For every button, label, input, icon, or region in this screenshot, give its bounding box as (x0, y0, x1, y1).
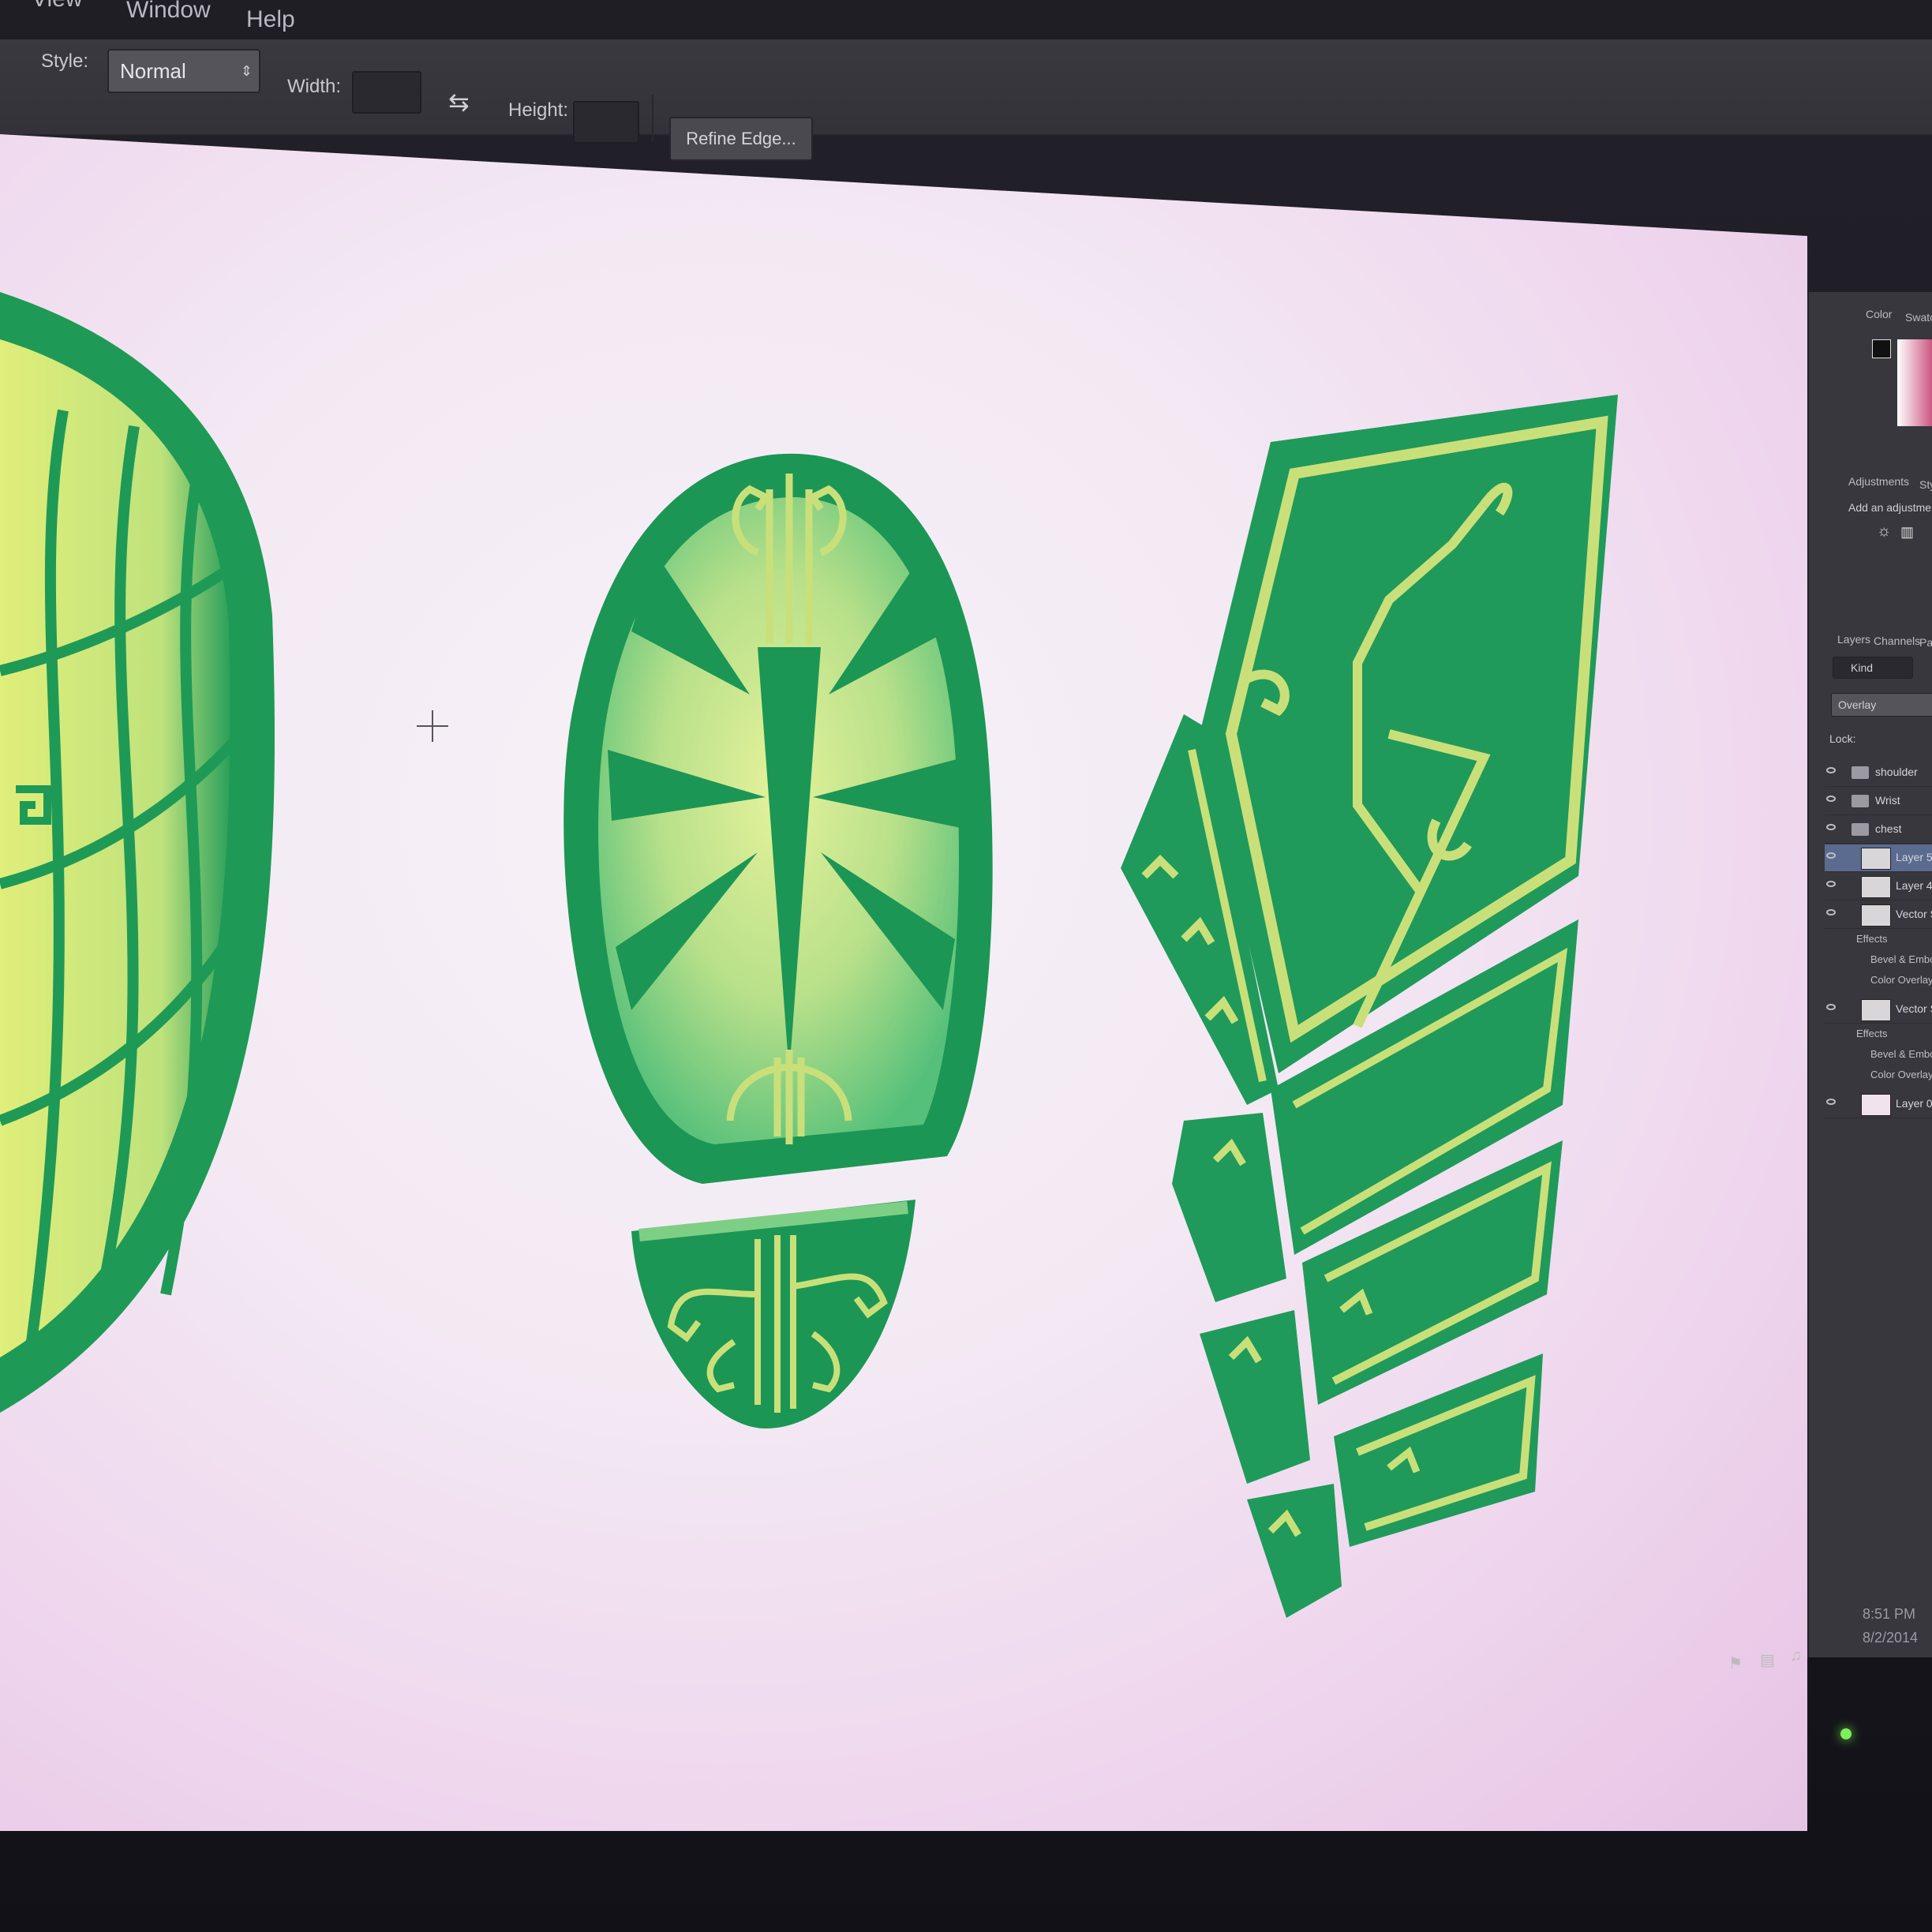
refine-edge-button[interactable]: Refine Edge... (669, 117, 813, 161)
layer-name: Wrist (1875, 794, 1900, 807)
tool-options-bar: Style: Normal ⇕ Width: ⇆ Height: Refine … (0, 39, 1932, 161)
tab-styles[interactable]: Styles (1919, 478, 1932, 491)
style-value: Normal (120, 59, 186, 83)
layer-row-wrist[interactable]: Wrist (1825, 788, 1932, 815)
foreground-color-swatch[interactable] (1872, 339, 1891, 358)
sole-heel-piece (631, 1200, 915, 1428)
monitor-screen: View Window Help Style: Normal ⇕ Width: … (0, 0, 1932, 1932)
tab-adjustments[interactable]: Adjustments (1848, 475, 1909, 488)
flag-icon[interactable]: ⚑ (1728, 1653, 1743, 1673)
layer-row-chest[interactable]: chest (1825, 816, 1932, 844)
layer-thumbnail (1861, 1094, 1891, 1116)
eye-icon[interactable] (1826, 909, 1836, 915)
effects-label[interactable]: Effects (1856, 933, 1888, 945)
layer-thumbnail (1861, 848, 1891, 870)
tab-swatches[interactable]: Swatches (1905, 311, 1932, 324)
layer-thumbnail (1861, 904, 1891, 927)
eye-icon[interactable] (1826, 796, 1836, 802)
layer-row-shoulder[interactable]: shoulder (1825, 759, 1932, 787)
style-label: Style: (41, 51, 89, 72)
menu-help[interactable]: Help (246, 6, 295, 33)
layer-row-vector-smart-object[interactable]: Vector Smart Object (1825, 901, 1932, 929)
color-picker-field[interactable] (1897, 339, 1932, 426)
effect-color-overlay[interactable]: Color Overlay (1870, 1069, 1932, 1080)
right-panel-dock: Color Swatches Adjustments Styles Add an… (1807, 292, 1932, 1657)
blend-mode-select[interactable]: Overlay (1831, 693, 1932, 717)
crosshair-cursor-icon (417, 710, 448, 742)
effect-bevel[interactable]: Bevel & Emboss (1870, 953, 1932, 965)
effects-label[interactable]: Effects (1856, 1028, 1888, 1039)
folder-open-icon (1852, 823, 1869, 836)
layer-filter-value: Kind (1851, 661, 1874, 674)
eye-icon[interactable] (1826, 824, 1836, 830)
brightness-icon[interactable]: ☼ (1877, 522, 1891, 541)
style-select[interactable]: Normal ⇕ (107, 49, 260, 93)
eye-icon[interactable] (1826, 881, 1836, 887)
layer-row-layer-0[interactable]: Layer 0 (1825, 1091, 1932, 1118)
volume-icon[interactable]: ♫ (1790, 1647, 1802, 1665)
layer-name: Vector Smart Object (1896, 908, 1932, 920)
layer-name: Layer 4 (1896, 879, 1932, 892)
divider (652, 95, 653, 142)
layer-name: Layer 0 (1896, 1097, 1932, 1110)
menu-window[interactable]: Window (126, 0, 211, 24)
menu-bar: View Window Help (0, 0, 1932, 39)
layer-name: Layer 5 (1896, 851, 1932, 863)
eye-icon[interactable] (1826, 1099, 1836, 1105)
menu-view[interactable]: View (32, 0, 82, 13)
add-adjustment-label: Add an adjustment (1848, 501, 1932, 514)
system-tray: 8:51 PM 8/2/2014 ⚑ ▤ ♫ (1697, 1598, 1932, 1685)
chevron-updown-icon: ⇕ (240, 63, 253, 79)
eye-icon[interactable] (1826, 1004, 1836, 1010)
layer-name: Vector Smart Object (1896, 1002, 1932, 1015)
width-field[interactable] (352, 71, 421, 114)
height-label: Height: (508, 99, 569, 121)
width-label: Width: (287, 76, 342, 97)
sole-front-piece (564, 453, 993, 1184)
layer-row-layer-4[interactable]: Layer 4 (1825, 873, 1932, 900)
power-led (1840, 1728, 1852, 1739)
eye-icon[interactable] (1826, 852, 1836, 859)
levels-icon[interactable]: ▥ (1900, 524, 1914, 541)
layer-row-layer-5[interactable]: Layer 5 (1825, 844, 1932, 872)
document-canvas[interactable] (0, 134, 1807, 1831)
layer-row-vector-smart-object-2[interactable]: Vector Smart Object (1825, 996, 1932, 1024)
folder-icon (1852, 795, 1869, 807)
tab-paths[interactable]: Paths (1919, 636, 1932, 649)
tab-layers[interactable]: Layers (1837, 633, 1870, 646)
folder-icon (1852, 766, 1869, 779)
clock-date: 8/2/2014 (1863, 1630, 1919, 1646)
layer-name: shoulder (1875, 766, 1918, 778)
swap-arrows-icon[interactable]: ⇆ (448, 87, 470, 117)
effect-color-overlay[interactable]: Color Overlay (1870, 974, 1932, 986)
bracer-piece (0, 292, 275, 1413)
effect-bevel[interactable]: Bevel & Emboss (1870, 1048, 1932, 1060)
lock-label: Lock: (1829, 732, 1856, 745)
artwork-svg (0, 292, 1618, 1618)
tab-color[interactable]: Color (1866, 308, 1892, 320)
tab-channels[interactable]: Channels (1874, 635, 1920, 647)
blend-mode-value: Overlay (1838, 698, 1877, 711)
network-icon[interactable]: ▤ (1760, 1650, 1775, 1670)
layer-filter-select[interactable]: Kind (1833, 657, 1913, 679)
height-field[interactable] (573, 101, 639, 144)
layer-name: chest (1875, 822, 1902, 835)
layer-thumbnail (1861, 876, 1891, 898)
layer-thumbnail (1861, 999, 1891, 1021)
leg-armor-piece (1121, 395, 1618, 1618)
clock-time: 8:51 PM (1863, 1606, 1916, 1622)
eye-icon[interactable] (1826, 767, 1836, 773)
